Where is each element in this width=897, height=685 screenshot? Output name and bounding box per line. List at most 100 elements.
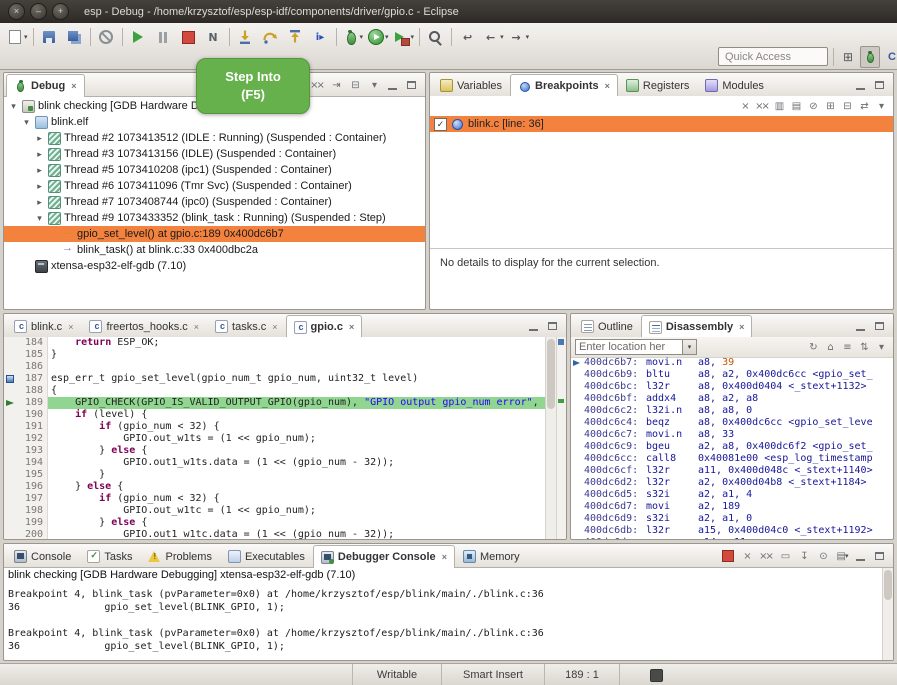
code-line[interactable]: } (48, 349, 545, 361)
remove-all-terminated-icon[interactable]: ×× (308, 77, 325, 93)
ruler-cell[interactable] (4, 505, 16, 517)
code-line[interactable]: esp_err_t gpio_set_level(gpio_num_t gpio… (48, 373, 545, 385)
code-line[interactable]: if (gpio_num < 32) { (48, 421, 545, 433)
use-step-filters-icon[interactable]: ⇥ (327, 77, 344, 93)
chevron-down-icon[interactable]: ▾ (385, 33, 389, 41)
expander-icon[interactable]: ▸ (34, 197, 45, 208)
close-icon[interactable]: × (349, 322, 354, 332)
line-number[interactable]: 195 (16, 469, 43, 481)
line-number[interactable]: 197 (16, 493, 43, 505)
show-breakpoints-for-selection-icon[interactable]: ▥ (770, 98, 787, 114)
scrollbar-thumb[interactable] (884, 570, 892, 600)
disassembly-line[interactable]: 400dc6b7:movi.na8, 39 (571, 357, 893, 369)
line-number[interactable]: 186 (16, 361, 43, 373)
view-menu-icon[interactable]: ▾ (872, 339, 889, 355)
code-line[interactable]: GPIO_CHECK(GPIO_IS_VALID_OUTPUT_GPIO(gpi… (48, 397, 545, 409)
window-maximize-button[interactable]: + (52, 3, 69, 20)
terminate-button[interactable] (176, 25, 201, 49)
tab-executables[interactable]: Executables (220, 545, 313, 567)
close-icon[interactable]: × (739, 322, 744, 332)
expander-icon[interactable]: ▸ (34, 181, 45, 192)
debug-tree-row[interactable]: ▸Thread #6 1073411096 (Tmr Svc) (Suspend… (4, 178, 425, 194)
close-icon[interactable]: × (194, 322, 199, 332)
quick-access-box[interactable]: Quick Access (718, 47, 828, 66)
status-progress-icon[interactable] (650, 669, 663, 682)
resume-button[interactable] (126, 25, 151, 49)
forward-button[interactable]: →▾ (506, 25, 532, 49)
minimize-icon[interactable] (525, 318, 542, 334)
disassembly-line[interactable]: 400dc6d7:movia2, 189 (571, 501, 893, 513)
line-number-ruler[interactable]: 1841851861871881891901911921931941951961… (16, 337, 48, 539)
disassembly-line[interactable]: 400dc6d9:s32ia2, a1, 0 (571, 513, 893, 525)
step-over-button[interactable] (258, 25, 283, 49)
open-perspective-button[interactable]: ⊞ (838, 46, 858, 68)
disassembly-line[interactable]: 400dc6cc:call80x40081e00 <esp_log_timest… (571, 453, 893, 465)
ruler-cell[interactable] (4, 361, 16, 373)
chevron-down-icon[interactable]: ▾ (411, 33, 415, 41)
search-button[interactable] (423, 25, 448, 49)
debug-button[interactable]: ▾ (340, 25, 366, 49)
disconnect-button[interactable]: N (201, 25, 226, 49)
step-return-button[interactable] (283, 25, 308, 49)
code-line[interactable]: return ESP_OK; (48, 337, 545, 349)
ruler-cell[interactable] (4, 457, 16, 469)
disassembly-line[interactable]: 400dc6b9:bltua8, a2, 0x400dc6cc <gpio_se… (571, 369, 893, 381)
disassembly-line[interactable]: 400dc6c4:beqza8, 0x400dc6cc <gpio_set_le… (571, 417, 893, 429)
close-icon[interactable]: × (71, 81, 76, 91)
code-area[interactable]: return ESP_OK;} esp_err_t gpio_set_level… (48, 337, 545, 539)
scroll-lock-icon[interactable]: ↧ (795, 548, 812, 564)
debug-tree-row[interactable]: blink_task() at blink.c:33 0x400dbc2a (4, 242, 425, 258)
ruler-cell[interactable] (4, 469, 16, 481)
code-line[interactable]: if (gpio_num < 32) { (48, 493, 545, 505)
suspend-button[interactable] (151, 25, 176, 49)
chevron-down-icon[interactable]: ▾ (526, 33, 530, 41)
run-button[interactable]: ▾ (365, 25, 391, 49)
ruler-cell[interactable] (4, 517, 16, 529)
line-number[interactable]: 184 (16, 337, 43, 349)
instruction-stepping-button[interactable]: i▸ (308, 25, 333, 49)
external-tools-button[interactable]: ▾ (391, 25, 417, 49)
debug-tree-row[interactable]: ▸Thread #2 1073413512 (IDLE : Running) (… (4, 130, 425, 146)
debug-tree-row[interactable]: xtensa-esp32-elf-gdb (7.10) (4, 258, 425, 274)
cpp-perspective-button[interactable]: C (882, 46, 897, 68)
tab-console[interactable]: Console (6, 545, 79, 567)
tab-registers[interactable]: Registers (618, 74, 697, 96)
code-line[interactable]: } else { (48, 517, 545, 529)
expander-icon[interactable]: ▸ (34, 133, 45, 144)
tab-disassembly[interactable]: Disassembly× (641, 315, 753, 338)
scrollbar-thumb[interactable] (547, 339, 555, 409)
console-scrollbar[interactable] (882, 568, 893, 660)
remove-icon[interactable]: × (736, 98, 753, 114)
tab-freertos-hooks-c[interactable]: freertos_hooks.c× (81, 315, 207, 337)
location-input[interactable]: Enter location her ▾ (575, 339, 697, 355)
instruction-pointer-icon[interactable] (4, 397, 16, 409)
disassembly-line[interactable]: 400dc6d5:s32ia2, a1, 4 (571, 489, 893, 501)
code-line[interactable]: if (level) { (48, 409, 545, 421)
save-all-button[interactable] (62, 25, 87, 49)
view-menu-icon[interactable]: ▾ (872, 98, 889, 114)
ruler-cell[interactable] (4, 445, 16, 457)
skip-all-breakpoints-icon[interactable]: ⊘ (804, 98, 821, 114)
home-icon[interactable]: ⌂ (821, 339, 838, 355)
expand-all-icon[interactable]: ⊞ (821, 98, 838, 114)
collapse-all-icon[interactable]: ⊟ (346, 77, 363, 93)
debug-tree-row[interactable]: ▸Thread #3 1073413156 (IDLE) (Suspended … (4, 146, 425, 162)
debug-tree-row[interactable]: ▾blink.elf (4, 114, 425, 130)
minimize-icon[interactable] (852, 77, 869, 93)
line-number[interactable]: 194 (16, 457, 43, 469)
disassembly-line[interactable]: 400dc6c9:bgeua2, a8, 0x400dc6f2 <gpio_se… (571, 441, 893, 453)
disassembly-line[interactable]: 400dc6db:l32ra15, 0x400d04c0 <_stext+119… (571, 525, 893, 537)
editor-scrollbar[interactable] (545, 337, 556, 539)
close-icon[interactable]: × (272, 322, 277, 332)
code-line[interactable]: GPIO.out_w1tc = (1 << gpio_num); (48, 505, 545, 517)
display-selected-console-icon[interactable]: ▤▾ (833, 548, 850, 564)
step-into-button[interactable] (233, 25, 258, 49)
ruler-cell[interactable] (4, 529, 16, 540)
close-icon[interactable]: × (605, 81, 610, 91)
code-line[interactable]: GPIO.out1_w1ts.data = (1 << (gpio_num - … (48, 457, 545, 469)
tab-problems[interactable]: Problems (140, 545, 219, 567)
tab-gpio-c[interactable]: gpio.c× (286, 315, 363, 338)
disassembly-lines[interactable]: 400dc6b7:movi.na8, 39400dc6b9:bltua8, a2… (571, 357, 893, 539)
disassembly-line[interactable]: 400dc6d2:l32ra2, 0x400d04b8 <_stext+1184… (571, 477, 893, 489)
disassembly-line[interactable]: 400dc6cf:l32ra11, 0x400d048c <_stext+114… (571, 465, 893, 477)
